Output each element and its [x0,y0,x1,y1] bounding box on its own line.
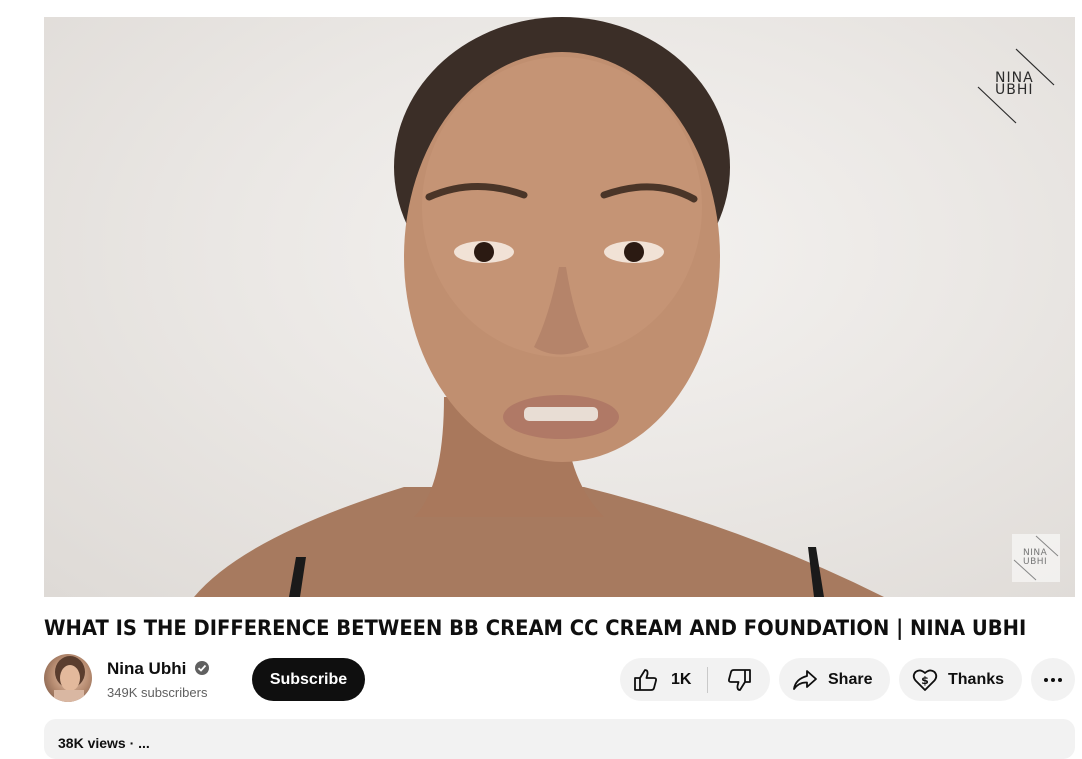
watermark-line2: UBHI [995,82,1034,98]
corner-logo-text: NINA UBHI [1023,549,1047,567]
verified-check-icon [195,661,209,675]
svg-text:$: $ [921,674,929,687]
share-arrow-icon [793,669,817,690]
corner-logo-line2: UBHI [1023,557,1048,567]
channel-avatar[interactable] [44,654,92,702]
like-button[interactable]: 1K [620,658,707,701]
share-button[interactable]: Share [779,658,890,701]
watermark-text: NINA UBHI [995,71,1034,98]
thanks-label: Thanks [948,670,1005,688]
more-actions-button[interactable] [1031,658,1075,701]
share-label: Share [828,670,873,688]
video-player[interactable]: NINA UBHI NINA UBHI [44,17,1075,597]
channel-name[interactable]: Nina Ubhi [107,659,186,679]
video-frame [194,17,884,597]
like-dislike-group: 1K [620,658,770,701]
description-preview: 38K views · ... [58,735,150,751]
avatar-image [54,656,85,702]
more-horizontal-icon [1044,677,1062,682]
dislike-button[interactable] [708,658,770,701]
subscribe-button[interactable]: Subscribe [252,658,365,701]
like-count: 1K [671,670,692,688]
subscriber-count: 349K subscribers [107,685,208,700]
description-box[interactable]: 38K views · ... [44,719,1075,759]
thanks-heart-dollar-icon: $ [912,669,938,691]
thumbs-up-icon [634,668,657,691]
channel-corner-logo[interactable]: NINA UBHI [1012,534,1060,582]
video-title: WHAT IS THE DIFFERENCE BETWEEN BB CREAM … [44,616,1027,640]
thanks-button[interactable]: $ Thanks [899,658,1022,701]
channel-watermark: NINA UBHI [976,47,1056,127]
thumbs-down-icon [728,668,751,691]
